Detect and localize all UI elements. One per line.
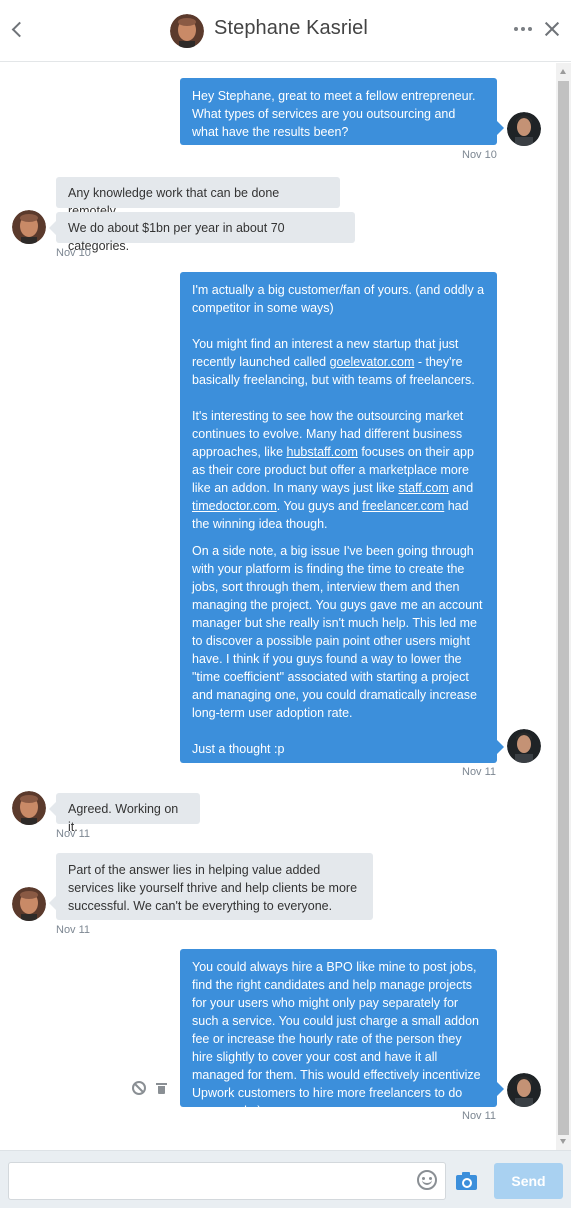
message-scrollbar[interactable] <box>556 63 571 1150</box>
ellipsis-icon[interactable] <box>514 27 534 35</box>
message-text: We do about $1bn per year in about 70 ca… <box>68 221 289 253</box>
message-timestamp: Nov 11 <box>56 924 91 936</box>
contact-message-avatar[interactable] <box>12 791 46 825</box>
smiley-icon[interactable] <box>417 1170 437 1190</box>
incoming-message: We do about $1bn per year in about 70 ca… <box>49 212 355 253</box>
incoming-message: Agreed. Working on it. <box>49 793 200 834</box>
my-avatar[interactable] <box>507 1073 541 1107</box>
message-text: You could always hire a BPO like mine to… <box>192 960 485 1118</box>
camera-icon[interactable] <box>456 1172 477 1190</box>
scroll-thumb[interactable] <box>558 81 569 1135</box>
message-timestamp: Nov 10 <box>56 247 91 259</box>
incoming-message: Part of the answer lies in helping value… <box>49 853 373 920</box>
contact-message-avatar[interactable] <box>12 887 46 921</box>
link-freelancer[interactable]: freelancer.com <box>362 499 444 513</box>
message-timestamp: Nov 11 <box>462 766 497 778</box>
trash-icon[interactable] <box>156 1081 168 1095</box>
message-paragraph: I'm actually a big customer/fan of yours… <box>192 281 485 317</box>
outgoing-message: I'm actually a big customer/fan of yours… <box>180 272 504 763</box>
message-paragraph: On a side note, a big issue I've been go… <box>192 544 486 720</box>
scroll-up-arrow-icon[interactable] <box>560 69 566 74</box>
message-paragraph: You might find an interest a new startup… <box>192 335 485 389</box>
message-timestamp: Nov 11 <box>462 1110 497 1122</box>
link-timedoctor[interactable]: timedoctor.com <box>192 499 277 513</box>
outgoing-message: You could always hire a BPO like mine to… <box>180 949 504 1118</box>
message-text: Hey Stephane, great to meet a fellow ent… <box>192 89 479 139</box>
link-staff[interactable]: staff.com <box>398 481 448 495</box>
conversation-header: Stephane Kasriel <box>0 0 571 62</box>
scroll-down-arrow-icon[interactable] <box>560 1139 566 1144</box>
ban-icon[interactable] <box>132 1081 146 1095</box>
message-actions <box>132 1081 172 1097</box>
link-hubstaff[interactable]: hubstaff.com <box>287 445 358 459</box>
chevron-left-icon[interactable] <box>8 19 28 41</box>
send-button[interactable]: Send <box>494 1163 563 1199</box>
close-icon[interactable] <box>544 21 560 37</box>
my-avatar[interactable] <box>507 112 541 146</box>
contact-message-avatar[interactable] <box>12 210 46 244</box>
my-avatar[interactable] <box>507 729 541 763</box>
message-paragraph: It's interesting to see how the outsourc… <box>192 407 485 533</box>
text-span: and <box>448 481 477 495</box>
outgoing-message: Hey Stephane, great to meet a fellow ent… <box>180 78 504 145</box>
link-goelevator[interactable]: goelevator.com <box>330 355 415 369</box>
message-composer: Send <box>0 1150 571 1208</box>
message-text: Part of the answer lies in helping value… <box>68 863 361 913</box>
message-timestamp: Nov 10 <box>462 149 497 161</box>
contact-name: Stephane Kasriel <box>214 17 368 39</box>
text-span: . You guys and <box>276 499 363 513</box>
message-paragraph: Just a thought :p <box>192 742 285 756</box>
message-input[interactable] <box>8 1162 446 1200</box>
contact-avatar[interactable] <box>170 14 204 48</box>
message-timestamp: Nov 11 <box>56 828 91 840</box>
incoming-message: Any knowledge work that can be done remo… <box>56 177 340 218</box>
text-span: I'm actually a big customer/fan of yours… <box>192 283 488 315</box>
